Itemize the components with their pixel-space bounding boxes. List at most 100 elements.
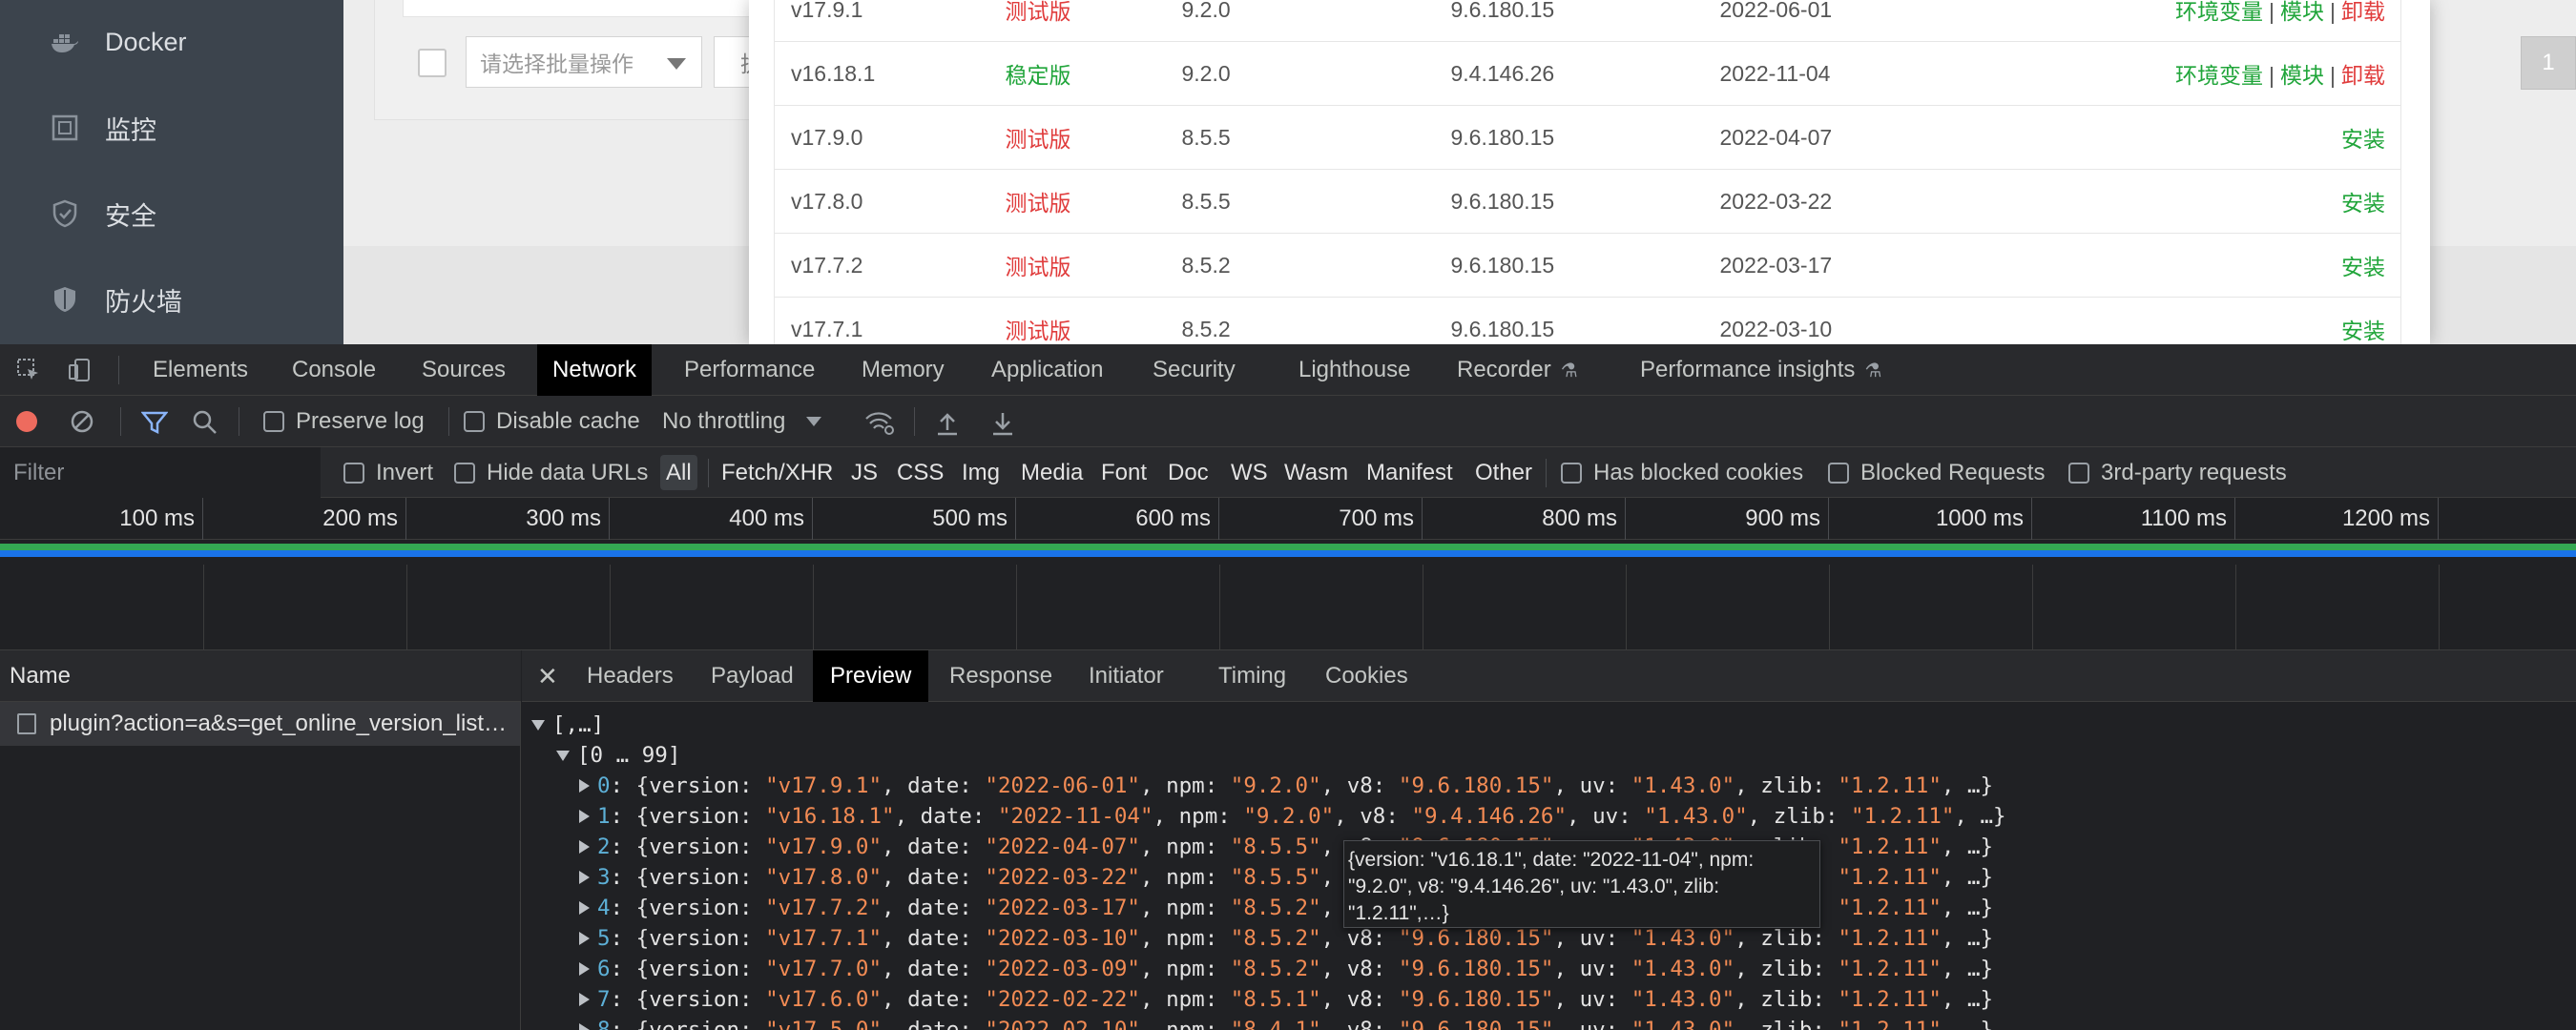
tab-payload[interactable]: Payload <box>694 650 811 702</box>
device-toolbar-icon[interactable] <box>67 357 93 383</box>
name-column-header[interactable]: Name <box>0 650 521 702</box>
json-group-node[interactable]: [0 … 99] <box>556 740 680 771</box>
filter-type-js[interactable]: JS <box>851 447 878 498</box>
json-entry[interactable]: 6: {version: "v17.7.0", date: "2022-03-0… <box>579 954 1993 984</box>
throttling-select[interactable]: No throttling <box>662 396 822 447</box>
json-value: "1.43.0" <box>1644 804 1748 829</box>
flask-icon: ⚗ <box>1864 360 1882 381</box>
docker-icon <box>50 27 80 57</box>
json-value: "8.5.2" <box>1230 926 1321 951</box>
env-vars-link[interactable]: 环境变量 <box>2175 0 2263 24</box>
record-icon[interactable] <box>15 410 38 433</box>
tab-security[interactable]: Security <box>1137 344 1251 396</box>
close-icon[interactable]: ✕ <box>537 650 558 702</box>
json-root-node[interactable]: [,…] <box>531 710 604 740</box>
action-separator: | <box>2269 63 2275 88</box>
install-link[interactable]: 安装 <box>2341 255 2385 279</box>
sidebar-item-docker[interactable]: Docker <box>50 13 187 71</box>
version-cell: v17.9.0 <box>774 105 1006 170</box>
json-value: "8.5.2" <box>1230 896 1321 920</box>
filter-type-media[interactable]: Media <box>1021 447 1083 498</box>
import-har-icon[interactable] <box>935 409 960 436</box>
network-conditions-icon[interactable] <box>864 409 895 436</box>
tab-recorder[interactable]: Recorder ⚗ <box>1442 344 1593 396</box>
expand-triangle-icon <box>579 932 590 945</box>
json-key: zlib: <box>1760 773 1839 798</box>
export-har-icon[interactable] <box>990 409 1015 436</box>
tab-network[interactable]: Network <box>537 344 653 396</box>
json-punct: : { <box>610 865 650 890</box>
json-value: "9.6.180.15" <box>1398 1018 1554 1030</box>
batch-operation-select[interactable]: 请选择批量操作 <box>466 36 702 88</box>
filter-type-manifest[interactable]: Manifest <box>1366 447 1453 498</box>
filter-type-fetch-xhr[interactable]: Fetch/XHR <box>721 447 833 498</box>
third-party-requests-checkbox[interactable]: 3rd-party requests <box>2068 447 2287 498</box>
select-all-checkbox[interactable] <box>418 49 447 77</box>
filter-type-ws[interactable]: WS <box>1231 447 1268 498</box>
json-entry[interactable]: 0: {version: "v17.9.1", date: "2022-06-0… <box>579 771 1993 801</box>
tab-lighthouse[interactable]: Lighthouse <box>1283 344 1425 396</box>
filter-type-img[interactable]: Img <box>962 447 1000 498</box>
tab-console[interactable]: Console <box>277 344 391 396</box>
sidebar-item-security[interactable]: 安全 <box>50 185 156 242</box>
install-link[interactable]: 安装 <box>2341 319 2385 343</box>
tab-headers[interactable]: Headers <box>570 650 691 702</box>
pagination-current-page[interactable]: 1 <box>2521 36 2576 90</box>
filter-icon[interactable] <box>141 410 168 435</box>
has-blocked-cookies-checkbox[interactable]: Has blocked cookies <box>1561 447 1803 498</box>
filter-type-font[interactable]: Font <box>1101 447 1147 498</box>
tab-memory[interactable]: Memory <box>846 344 960 396</box>
actions-cell: 环境变量 | 模块 | 卸载 <box>2101 0 2401 42</box>
tab-response[interactable]: Response <box>932 650 1070 702</box>
modules-link[interactable]: 模块 <box>2280 0 2324 24</box>
hide-data-urls-checkbox[interactable]: Hide data URLs <box>454 447 648 498</box>
json-punct: , <box>1735 926 1761 951</box>
tab-preview[interactable]: Preview <box>813 650 929 702</box>
filter-input[interactable]: Filter <box>0 447 321 498</box>
v8-cell: 9.6.180.15 <box>1450 0 1720 42</box>
network-overview-timeline[interactable]: 100 ms 200 ms 300 ms 400 ms 500 ms 600 ms 700 … <box>0 498 2576 650</box>
install-link[interactable]: 安装 <box>2341 127 2385 152</box>
expand-triangle-icon <box>579 1023 590 1030</box>
filter-type-other[interactable]: Other <box>1475 447 1532 498</box>
sidebar-item-monitor[interactable]: 监控 <box>50 99 156 156</box>
json-entry[interactable]: 7: {version: "v17.6.0", date: "2022-02-2… <box>579 984 1993 1015</box>
uninstall-link[interactable]: 卸载 <box>2341 0 2385 24</box>
env-vars-link[interactable]: 环境变量 <box>2175 63 2263 88</box>
filter-type-all[interactable]: All <box>660 455 697 490</box>
json-key: npm: <box>1166 896 1231 920</box>
blocked-requests-checkbox[interactable]: Blocked Requests <box>1828 447 2045 498</box>
tab-timing[interactable]: Timing <box>1201 650 1303 702</box>
batch-execute-button[interactable]: 执 <box>714 36 752 88</box>
npm-cell: 9.2.0 <box>1181 41 1451 106</box>
tab-performance-insights[interactable]: Performance insights ⚗ <box>1625 344 1897 396</box>
filter-type-wasm[interactable]: Wasm <box>1284 447 1348 498</box>
tab-cookies[interactable]: Cookies <box>1308 650 1425 702</box>
json-entry[interactable]: 1: {version: "v16.18.1", date: "2022-11-… <box>579 801 2006 832</box>
tab-performance[interactable]: Performance <box>669 344 830 396</box>
tab-elements[interactable]: Elements <box>137 344 263 396</box>
request-row[interactable]: plugin?action=a&s=get_online_version_lis… <box>0 702 520 746</box>
json-punct: , <box>1735 1018 1761 1030</box>
install-link[interactable]: 安装 <box>2341 191 2385 216</box>
inspect-element-icon[interactable] <box>15 357 42 383</box>
invert-checkbox[interactable]: Invert <box>343 447 433 498</box>
search-icon[interactable] <box>193 410 218 435</box>
filter-type-doc[interactable]: Doc <box>1168 447 1209 498</box>
modules-link[interactable]: 模块 <box>2280 63 2324 88</box>
tab-sources[interactable]: Sources <box>406 344 521 396</box>
preserve-log-checkbox[interactable]: Preserve log <box>263 396 425 447</box>
filter-type-css[interactable]: CSS <box>897 447 944 498</box>
disable-cache-checkbox[interactable]: Disable cache <box>464 396 640 447</box>
uninstall-link[interactable]: 卸载 <box>2341 63 2385 88</box>
devtools-tab-bar: Elements Console Sources Network Perform… <box>0 344 2576 396</box>
table-row: v17.8.0 测试版 8.5.5 9.6.180.15 2022-03-22 安装 <box>774 169 2401 234</box>
actions-cell: 安装 <box>2101 105 2401 170</box>
clear-icon[interactable] <box>71 410 93 433</box>
tab-initiator[interactable]: Initiator <box>1071 650 1181 702</box>
action-separator: | <box>2269 0 2275 24</box>
tab-application[interactable]: Application <box>976 344 1118 396</box>
json-entry[interactable]: 8: {version: "v17.5.0", date: "2022-02-1… <box>579 1015 1993 1030</box>
web-page: Docker 监控 安全 防火墙 请选择批量操作 1 v17.9.1 测试版 9… <box>0 0 2576 344</box>
sidebar-item-firewall[interactable]: 防火墙 <box>50 271 182 328</box>
